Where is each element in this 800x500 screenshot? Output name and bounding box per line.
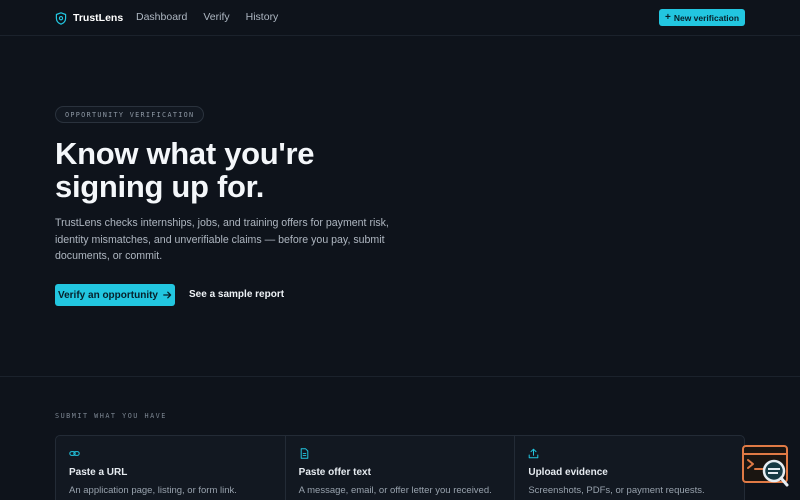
hero-title: Know what you're signing up for.	[55, 137, 475, 203]
card-description: Screenshots, PDFs, or payment requests.	[528, 485, 705, 496]
brand[interactable]: TrustLens	[55, 10, 123, 26]
upload-icon	[529, 448, 539, 459]
document-icon	[300, 448, 308, 459]
card-title: Upload evidence	[528, 467, 608, 478]
card-title: Paste a URL	[69, 467, 128, 478]
card-description: A message, email, or offer letter you re…	[298, 485, 492, 496]
hero-title-line-1: Know what you're	[55, 136, 315, 171]
top-navbar: TrustLens Dashboard Verify History + New…	[0, 0, 800, 36]
card-description: An application page, listing, or form li…	[69, 485, 237, 496]
nav-link-verify[interactable]: Verify	[203, 11, 229, 23]
card-upload-evidence[interactable]: Upload evidence Screenshots, PDFs, or pa…	[515, 436, 744, 500]
submit-section-label: SUBMIT WHAT YOU HAVE	[55, 412, 167, 420]
nav-link-dashboard[interactable]: Dashboard	[136, 11, 187, 23]
verify-opportunity-label: Verify an opportunity	[57, 289, 158, 301]
card-title: Paste offer text	[298, 467, 371, 478]
new-verification-button[interactable]: + New verification	[659, 9, 745, 26]
new-verification-label: New verification	[673, 12, 740, 23]
arrow-right-icon	[163, 291, 172, 299]
nav-link-history[interactable]: History	[246, 11, 279, 23]
link-icon	[69, 451, 80, 456]
section-divider	[0, 376, 800, 377]
verify-opportunity-button[interactable]: Verify an opportunity	[55, 284, 175, 306]
floating-assistant-widget[interactable]	[741, 444, 791, 488]
nav-links: Dashboard Verify History	[136, 11, 278, 23]
card-paste-url[interactable]: Paste a URL An application page, listing…	[56, 436, 286, 500]
card-paste-offer-text[interactable]: Paste offer text A message, email, or of…	[286, 436, 516, 500]
sample-report-link[interactable]: See a sample report	[189, 289, 284, 300]
brand-name: TrustLens	[73, 12, 124, 24]
section-pill: OPPORTUNITY VERIFICATION	[55, 106, 205, 123]
hero-description: TrustLens checks internships, jobs, and …	[55, 217, 389, 262]
plus-icon: +	[664, 11, 671, 23]
terminal-search-icon	[742, 445, 789, 487]
submit-options: Paste a URL An application page, listing…	[55, 435, 745, 500]
shield-icon	[55, 11, 67, 25]
hero-title-line-2: signing up for.	[55, 169, 265, 204]
